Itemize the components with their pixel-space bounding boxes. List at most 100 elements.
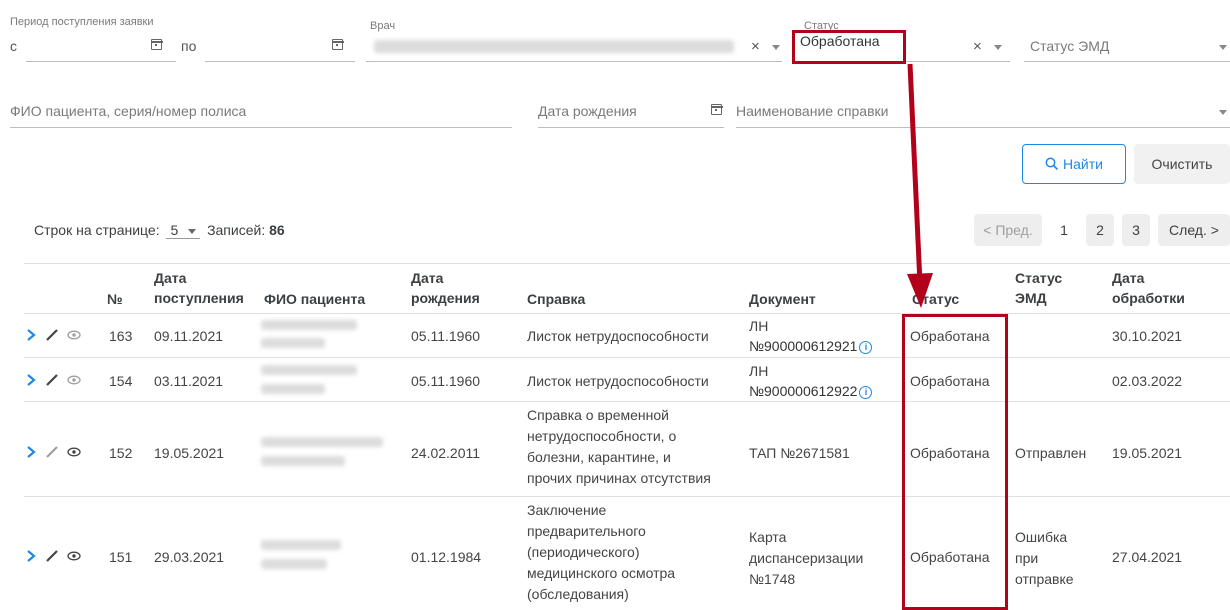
cell-date-in: 29.03.2021 [154,549,225,565]
chevron-right-icon[interactable] [24,549,38,563]
rows-per-page-label: Строк на странице: [34,222,160,238]
header-date-in-line1: Дата [154,270,187,286]
cell-certificate: Листок нетрудоспособности [527,328,709,344]
search-icon [1045,157,1059,171]
doctor-value-redacted [374,40,734,53]
cell-birth: 24.02.2011 [411,445,481,461]
chevron-down-icon [188,228,197,234]
chevron-right-icon[interactable] [24,373,38,387]
eye-icon[interactable] [66,445,82,459]
cell-birth: 05.11.1960 [411,373,481,389]
pencil-icon[interactable] [44,328,60,342]
certificate-line: предварительного [527,523,646,539]
pencil-icon[interactable] [44,445,60,459]
prev-page-label: < Пред. [983,222,1033,238]
cell-processed: 02.03.2022 [1112,373,1183,389]
birthdate-input[interactable]: Дата рождения [538,103,637,119]
rows-per-page-select[interactable]: 5 [166,222,201,239]
clear-button[interactable]: Очистить [1134,144,1230,184]
certificate-line: Справка о временной [527,407,669,423]
emd-line: Ошибка [1015,529,1068,545]
pencil-icon[interactable] [44,373,60,387]
patient-name-redacted [261,456,345,466]
eye-icon[interactable] [66,549,82,563]
chevron-right-icon[interactable] [24,445,38,459]
find-button[interactable]: Найти [1022,144,1126,184]
header-birth-line2: рождения [411,290,480,306]
patient-search-input[interactable]: ФИО пациента, серия/номер полиса [10,103,246,119]
period-label: Период поступления заявки [10,16,154,28]
document-line: диспансеризации [749,550,864,566]
chevron-down-icon[interactable] [994,45,1002,50]
header-date-in: Дата поступления [154,268,244,308]
cell-processed: 30.10.2021 [1112,328,1183,344]
chevron-down-icon[interactable] [1219,45,1227,50]
next-page-button[interactable]: След. > [1158,214,1230,246]
eye-icon[interactable] [66,373,82,387]
chevron-down-icon[interactable] [772,45,780,50]
row-actions [24,373,82,387]
page-button-1[interactable]: 1 [1050,214,1078,246]
patient-name-redacted [261,437,383,447]
cell-emd: Ошибка при отправке [1015,527,1074,590]
cell-document: ЛН №900000612921 i [749,316,873,356]
document-line: №1748 [749,571,796,587]
emd-line: при [1015,550,1039,566]
header-document: Документ [749,291,816,307]
cell-birth: 01.12.1984 [411,549,482,565]
clear-icon[interactable]: × [973,39,982,54]
cell-num: 154 [109,373,133,389]
chevron-right-icon[interactable] [24,328,38,342]
header-processed: Дата обработки [1112,268,1185,308]
header-patient: ФИО пациента [264,291,366,307]
calendar-icon[interactable] [150,39,163,50]
header-num: № [107,291,123,307]
records-label: Записей: [207,222,266,238]
document-line: ЛН [749,318,769,334]
row-actions [24,445,82,459]
header-processed-line1: Дата [1112,270,1145,286]
certificate-line: нетрудоспособности, о [527,428,677,444]
records-count: 86 [269,222,285,238]
prev-page-button[interactable]: < Пред. [974,214,1042,246]
birthdate-underline [538,127,724,128]
emd-status-underline [1024,61,1230,62]
status-column-highlight [902,314,1008,610]
certificate-select[interactable]: Наименование справки [736,103,888,119]
info-icon[interactable]: i [859,340,873,354]
document-link[interactable]: №900000612921 [749,338,857,354]
pencil-icon[interactable] [44,549,60,563]
header-date-in-line2: поступления [154,290,244,306]
clear-icon[interactable]: × [751,39,760,54]
doctor-select[interactable] [366,30,782,62]
certificate-line: (периодического) [527,544,640,560]
page-number: 2 [1096,222,1104,238]
calendar-icon[interactable] [331,39,344,50]
cell-date-in: 09.11.2021 [154,328,224,344]
patient-name-redacted [261,540,341,550]
certificate-line: (обследования) [527,586,629,602]
document-line: ЛН [749,363,769,379]
page-button-2[interactable]: 2 [1086,214,1114,246]
document-line: Карта [749,529,787,545]
cell-processed: 27.04.2021 [1112,549,1183,565]
table-top-divider [24,263,1230,264]
from-label: с [10,38,17,54]
page-button-3[interactable]: 3 [1122,214,1150,246]
calendar-icon[interactable] [710,104,723,115]
chevron-down-icon[interactable] [1219,110,1227,115]
clear-button-label: Очистить [1151,156,1213,172]
cell-num: 152 [109,445,133,461]
info-icon[interactable]: i [859,385,873,399]
eye-icon[interactable] [66,328,82,342]
emd-status-select[interactable]: Статус ЭМД [1030,38,1109,54]
patient-underline [10,127,512,128]
doctor-underline [366,61,782,62]
pager-info: Строк на странице: 5 Записей: 86 [34,222,285,239]
row-actions [24,328,82,342]
document-link[interactable]: №900000612922 [749,383,857,399]
cell-emd: Отправлен [1015,445,1087,461]
annotation-arrow [907,63,933,308]
patient-name-redacted [261,320,357,330]
header-emd-line1: Статус [1015,270,1063,286]
